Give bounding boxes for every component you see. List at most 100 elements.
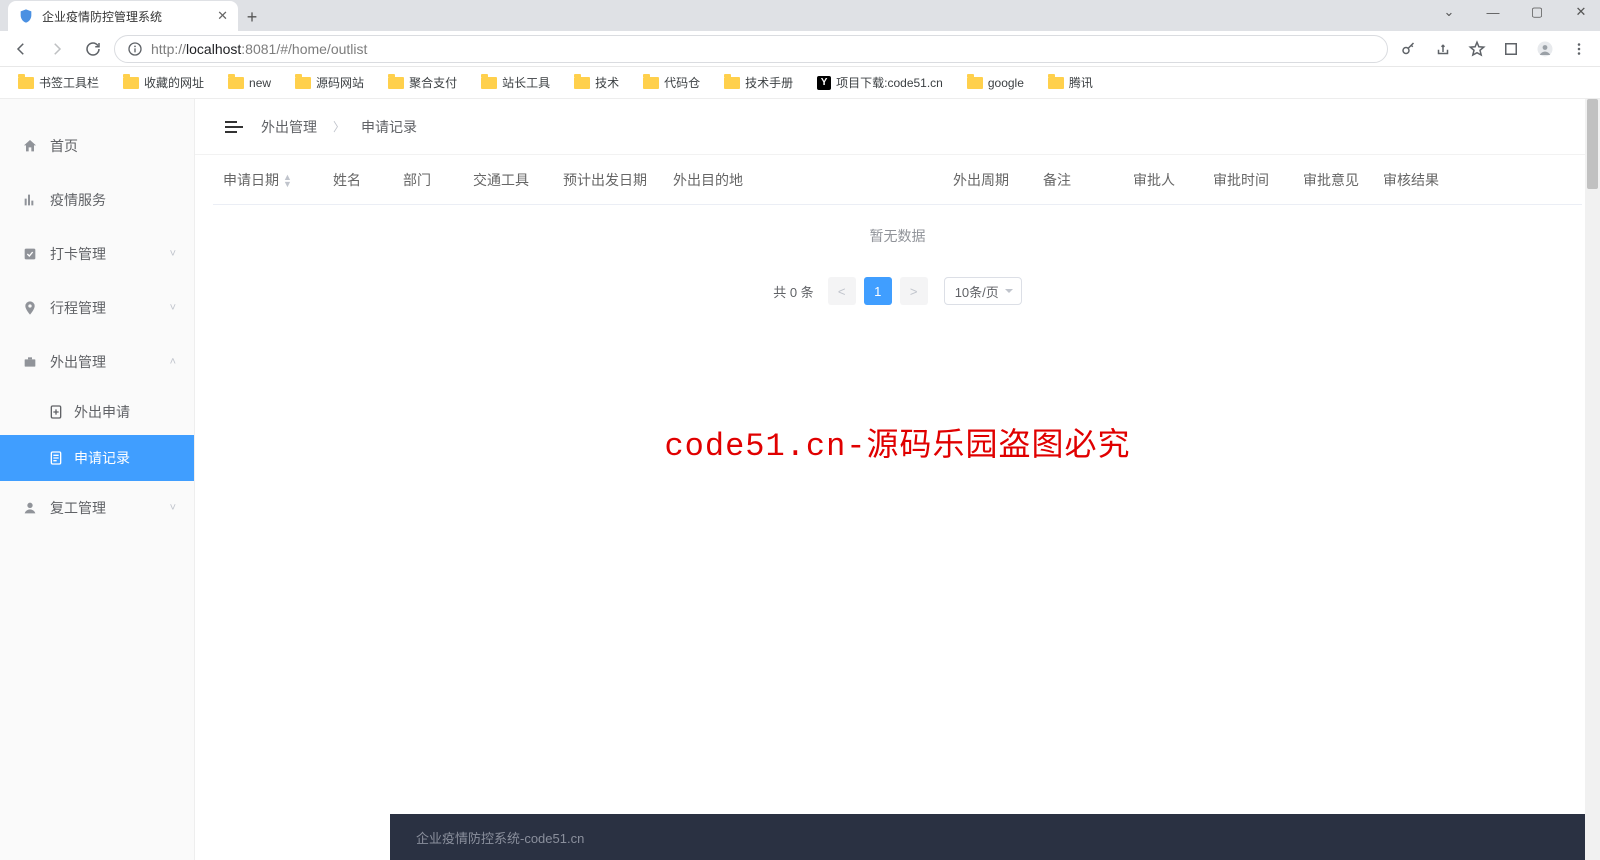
table-column-header: 审批意见 <box>1293 170 1373 190</box>
bookmark-label: new <box>249 76 271 90</box>
pagination-next-button[interactable]: > <box>900 277 928 305</box>
table-empty-text: 暂无数据 <box>213 205 1582 267</box>
folder-icon <box>123 77 139 89</box>
scrollbar-vertical[interactable] <box>1585 99 1600 860</box>
bookmark-item[interactable]: 站长工具 <box>481 74 550 91</box>
close-tab-icon[interactable]: ✕ <box>217 8 228 24</box>
window-dropdown-icon[interactable]: ⌄ <box>1438 4 1460 20</box>
footer: 企业疫情防控系统-code51.cn <box>390 814 1600 860</box>
user-icon <box>22 500 38 516</box>
sidebar-subitem[interactable]: 外出申请 <box>0 389 194 435</box>
bookmark-label: 技术 <box>595 74 619 91</box>
pagination-total: 共 0 条 <box>773 282 813 301</box>
sidebar-item-label: 申请记录 <box>74 448 130 468</box>
watermark-text: code51.cn-源码乐园盗图必究 <box>664 419 1130 465</box>
bookmark-item[interactable]: 收藏的网址 <box>123 74 204 91</box>
share-icon[interactable] <box>1434 40 1452 58</box>
pagination-size-select[interactable]: 10条/页 <box>944 277 1022 305</box>
nav-back-icon[interactable] <box>12 40 30 58</box>
breadcrumb: 外出管理 〉 申请记录 <box>195 99 1600 155</box>
sidebar-item-home[interactable]: 首页 <box>0 119 194 173</box>
extensions-icon[interactable] <box>1502 40 1520 58</box>
bookmark-item[interactable]: 腾讯 <box>1048 74 1093 91</box>
folder-icon <box>18 77 34 89</box>
bookmark-label: 聚合支付 <box>409 74 457 91</box>
star-icon[interactable] <box>1468 40 1486 58</box>
table-column-header: 姓名 <box>323 170 393 190</box>
window-maximize-icon[interactable]: ▢ <box>1526 4 1548 20</box>
chevron-down-icon: ˅ <box>170 302 176 314</box>
chevron-right-icon: 〉 <box>333 118 345 135</box>
records-icon <box>48 450 64 466</box>
breadcrumb-current: 申请记录 <box>361 117 417 137</box>
bookmark-item[interactable]: new <box>228 76 271 90</box>
profile-icon[interactable] <box>1536 40 1554 58</box>
table-column-header: 部门 <box>393 170 463 190</box>
plus-doc-icon <box>48 404 64 420</box>
sidebar-item-label: 复工管理 <box>50 498 106 518</box>
chevron-down-icon: ˅ <box>170 248 176 260</box>
url-text: http://localhost:8081/#/home/outlist <box>151 41 1375 57</box>
bookmark-item[interactable]: google <box>967 76 1024 90</box>
sidebar: 首页疫情服务打卡管理˅行程管理˅外出管理˄外出申请申请记录复工管理 ˅ <box>0 99 195 860</box>
chevron-up-icon: ˄ <box>170 356 176 368</box>
sidebar-item-label: 疫情服务 <box>50 190 106 210</box>
bookmark-label: 项目下载:code51.cn <box>836 74 943 91</box>
bookmark-label: 书签工具栏 <box>39 74 99 91</box>
chevron-down-icon: ˅ <box>170 502 176 514</box>
bookmark-label: 收藏的网址 <box>144 74 204 91</box>
key-icon[interactable] <box>1400 40 1418 58</box>
window-minimize-icon[interactable]: — <box>1482 5 1504 20</box>
bookmark-item[interactable]: 聚合支付 <box>388 74 457 91</box>
sidebar-item-check[interactable]: 打卡管理˅ <box>0 227 194 281</box>
table-column-header: 交通工具 <box>463 170 553 190</box>
bookmark-label: 源码网站 <box>316 74 364 91</box>
browser-tab[interactable]: 企业疫情防控管理系统 ✕ <box>8 1 238 31</box>
sidebar-toggle-icon[interactable] <box>225 117 245 137</box>
nav-forward-icon <box>48 40 66 58</box>
main-content: 外出管理 〉 申请记录 申请日期▲▼姓名部门交通工具预计出发日期外出目的地外出周… <box>195 99 1600 860</box>
table-column-header: 预计出发日期 <box>553 170 663 190</box>
nav-reload-icon[interactable] <box>84 40 102 58</box>
sidebar-item-chart[interactable]: 疫情服务 <box>0 173 194 227</box>
table-column-header: 备注 <box>1033 170 1123 190</box>
table-header: 申请日期▲▼姓名部门交通工具预计出发日期外出目的地外出周期备注审批人审批时间审批… <box>213 155 1582 205</box>
bookmark-item[interactable]: 技术 <box>574 74 619 91</box>
folder-icon <box>643 77 659 89</box>
bookmark-item[interactable]: 源码网站 <box>295 74 364 91</box>
folder-icon <box>967 77 983 89</box>
location-icon <box>22 300 38 316</box>
browser-address-bar: http://localhost:8081/#/home/outlist <box>0 31 1600 67</box>
table-column-header: 审核结果 <box>1373 170 1453 190</box>
scrollbar-thumb[interactable] <box>1587 99 1598 189</box>
bookmark-label: 技术手册 <box>745 74 793 91</box>
pagination-prev-button[interactable]: < <box>828 277 856 305</box>
folder-icon <box>388 77 404 89</box>
new-tab-button[interactable]: + <box>238 3 266 31</box>
bookmark-label: 代码仓 <box>664 74 700 91</box>
sidebar-item-briefcase[interactable]: 外出管理˄ <box>0 335 194 389</box>
table-column-header[interactable]: 申请日期▲▼ <box>213 170 323 190</box>
menu-icon[interactable] <box>1570 40 1588 58</box>
shield-icon <box>18 8 34 24</box>
sidebar-item-location[interactable]: 行程管理˅ <box>0 281 194 335</box>
bookmark-item[interactable]: Y项目下载:code51.cn <box>817 74 943 91</box>
browser-tab-strip: 企业疫情防控管理系统 ✕ + ⌄ — ▢ ✕ <box>0 0 1600 31</box>
data-table: 申请日期▲▼姓名部门交通工具预计出发日期外出目的地外出周期备注审批人审批时间审批… <box>213 155 1582 267</box>
omnibox[interactable]: http://localhost:8081/#/home/outlist <box>114 35 1388 63</box>
table-column-header: 审批时间 <box>1203 170 1293 190</box>
sidebar-item-user[interactable]: 复工管理 ˅ <box>0 481 194 535</box>
bookmark-item[interactable]: 代码仓 <box>643 74 700 91</box>
window-close-icon[interactable]: ✕ <box>1570 4 1592 20</box>
pagination-size-label: 10条/页 <box>955 282 999 301</box>
sidebar-subitem[interactable]: 申请记录 <box>0 435 194 481</box>
bookmark-item[interactable]: 技术手册 <box>724 74 793 91</box>
bookmarks-bar: 书签工具栏 收藏的网址 new 源码网站 聚合支付 站长工具 技术 代码仓 技术手册 Y项目下载:… <box>0 67 1600 99</box>
check-icon <box>22 246 38 262</box>
bookmark-item[interactable]: 书签工具栏 <box>18 74 99 91</box>
home-icon <box>22 138 38 154</box>
footer-text: 企业疫情防控系统-code51.cn <box>416 828 584 847</box>
breadcrumb-section[interactable]: 外出管理 <box>261 117 317 137</box>
pagination-page-1[interactable]: 1 <box>864 277 892 305</box>
site-info-icon[interactable] <box>127 41 143 57</box>
